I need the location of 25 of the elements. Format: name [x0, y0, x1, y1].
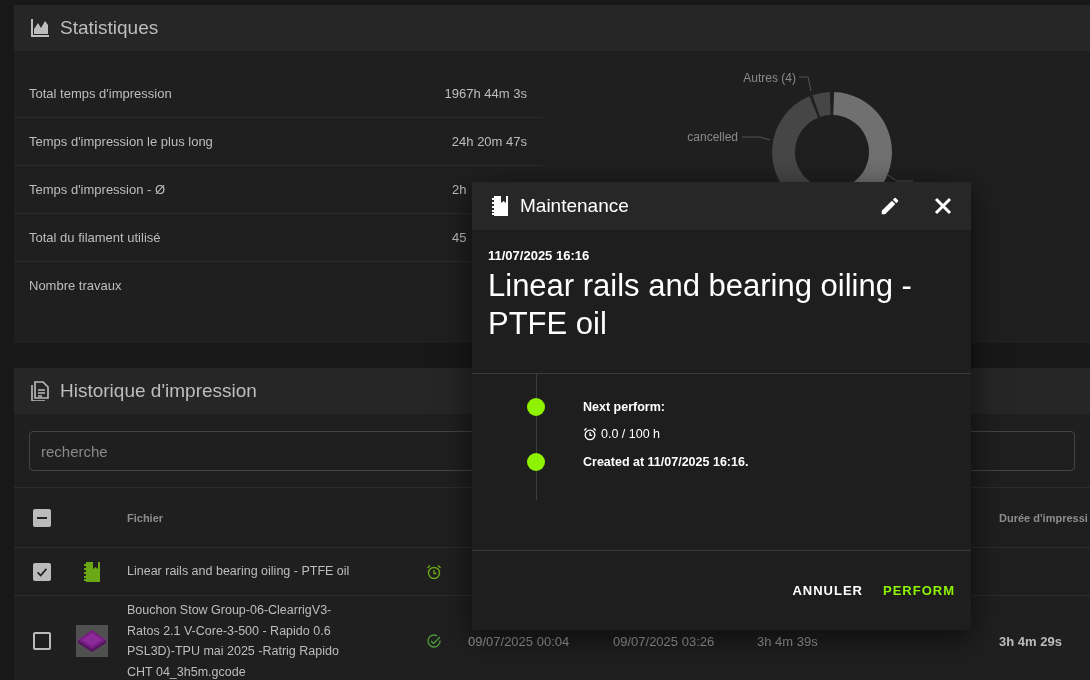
stat-label: Temps d'impression le plus long: [29, 134, 213, 149]
table-cell: 09/07/2025 03:26: [613, 633, 715, 649]
panel-title: Statistiques: [60, 17, 159, 39]
stat-value: 2h: [452, 182, 468, 197]
stat-label: Total temps d'impression: [29, 86, 172, 101]
maintenance-title: Linear rails and bearing oiling - PTFE oil: [488, 267, 913, 343]
file-name: Linear rails and bearing oiling - PTFE oil: [126, 563, 351, 581]
file-name: Bouchon Stow Group-06-ClearrigV3-Ratos 2.1 V-Core-3-500 - Rapido 0.6 PSL3D)-TPU mai 2025 -Ratrig Rapido CHT 04_3h5m.gcode: [126, 602, 340, 680]
table-cell: 3h 4m 29s: [999, 633, 1062, 649]
chart-label: Autres (4): [743, 71, 796, 85]
timeline-detail: 0.0 / 100 h: [601, 427, 661, 441]
timeline-title: Created at 11/07/2025 16:16.: [583, 455, 749, 469]
stat-value: 1967h 44m 3s: [444, 86, 527, 101]
chart-label: cancelled: [687, 130, 738, 144]
panel-title: Historique d'impression: [60, 380, 257, 402]
dialog-title: Maintenance: [520, 195, 630, 217]
table-cell: 09/07/2025 00:04: [468, 633, 570, 649]
stat-label: Nombre travaux: [29, 278, 122, 293]
stat-label: Total du filament utilisé: [29, 230, 161, 245]
maintenance-date: 11/07/2025 16:16: [488, 248, 591, 263]
stat-value: 24h 20m 47s: [451, 134, 527, 149]
table-cell: 3h 4m 39s: [757, 633, 818, 649]
timeline-title: Next perform:: [583, 400, 665, 414]
stat-label: Temps d'impression - Ø: [29, 182, 166, 197]
stat-value: 45: [452, 230, 468, 245]
